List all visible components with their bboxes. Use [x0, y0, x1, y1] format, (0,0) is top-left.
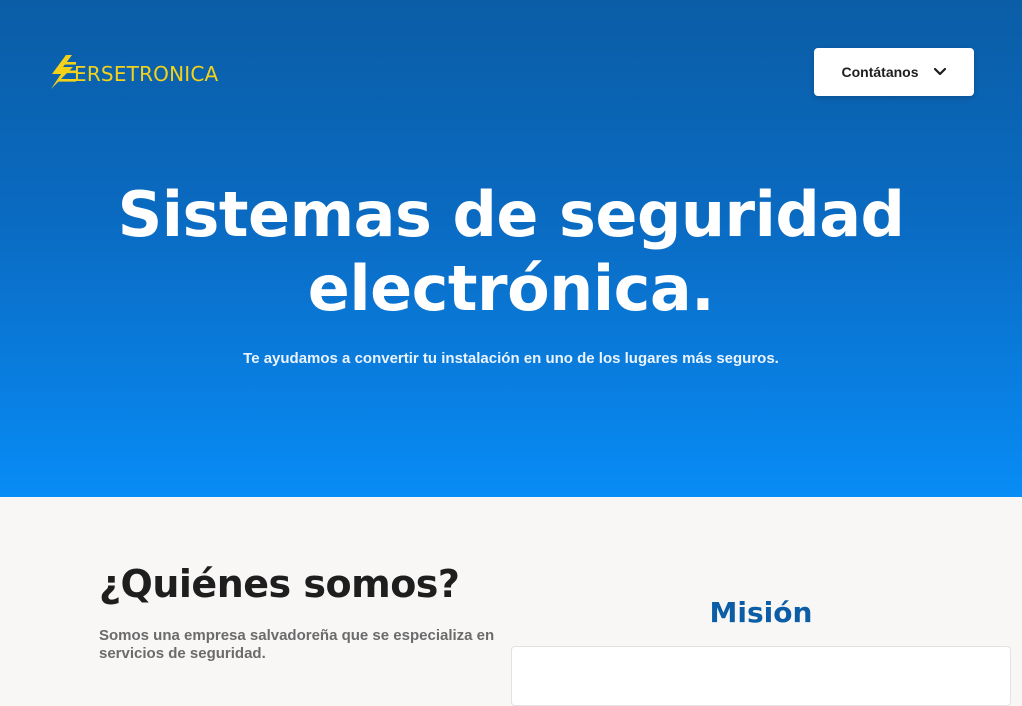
mision-card [511, 646, 1011, 706]
hero-section: ERSETRONICA Contátanos Sistemas de segur… [0, 0, 1022, 497]
about-text: Somos una empresa salvadoreña que se esp… [99, 627, 495, 662]
contact-button-label: Contátanos [841, 64, 919, 80]
hero-title-line2: electrónica. [307, 252, 715, 325]
hero-title: Sistemas de seguridad electrónica. [0, 178, 1022, 326]
contact-dropdown-button[interactable]: Contátanos [814, 48, 974, 96]
chevron-down-icon [933, 64, 947, 80]
logo-link[interactable]: ERSETRONICA [48, 54, 219, 95]
mision-title: Misión [709, 596, 813, 629]
hero-title-line1: Sistemas de seguridad [117, 178, 905, 251]
logo-text: ERSETRONICA [74, 62, 219, 86]
hero-subtitle: Te ayudamos a convertir tu instalación e… [243, 350, 779, 367]
about-title: ¿Quiénes somos? [99, 562, 460, 606]
lightning-bolt-icon [48, 54, 76, 95]
